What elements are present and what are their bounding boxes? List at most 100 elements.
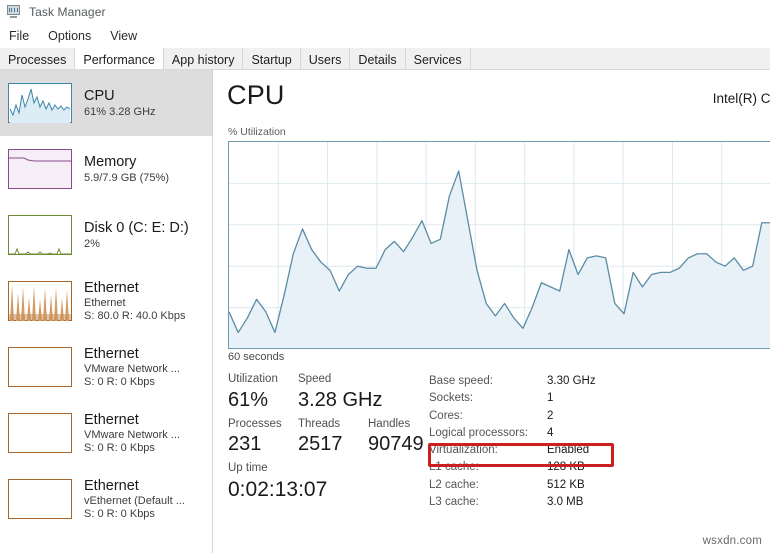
sidebar-item-cpu[interactable]: CPU 61% 3.28 GHz <box>0 70 212 136</box>
info-key-l1-cache: L1 cache: <box>429 461 479 474</box>
task-manager-icon <box>6 5 22 19</box>
info-row-base-speed: Base speed: 3.30 GHz <box>429 373 759 390</box>
sidebar-item-ethernet-3-text: Ethernet VMware Network ... S: 0 R: 0 Kb… <box>84 412 180 455</box>
sidebar-item-memory-title: Memory <box>84 153 137 170</box>
tab-details[interactable]: Details <box>350 48 406 69</box>
stat-processes: Processes 231 <box>228 417 298 458</box>
graph-x-axis-label: 60 seconds <box>228 351 285 363</box>
stat-handles-label: Handles <box>368 417 411 430</box>
title-bar: Task Manager <box>0 0 770 24</box>
info-key-base-speed: Base speed: <box>429 375 493 387</box>
disk-thumbnail-graph <box>8 215 72 255</box>
sidebar-item-ethernet-2-sub2: S: 0 R: 0 Kbps <box>84 375 155 388</box>
sidebar-item-cpu-title: CPU <box>84 87 115 104</box>
sidebar-item-ethernet-4-sub: vEthernet (Default ... <box>84 495 185 508</box>
page-title: CPU <box>227 80 285 110</box>
info-key-l3-cache: L3 cache: <box>429 496 479 509</box>
performance-sidebar[interactable]: CPU 61% 3.28 GHz Memory 5.9/7.9 GB (75%) <box>0 70 213 553</box>
stat-processes-label: Processes <box>228 417 282 430</box>
tab-strip: Processes Performance App history Startu… <box>0 48 770 70</box>
info-key-l2-cache: L2 cache: <box>429 478 479 491</box>
cpu-stats-left: Utilization 61% Speed 3.28 GHz Processes… <box>228 372 438 503</box>
sidebar-item-disk0[interactable]: Disk 0 (C: E: D:) 2% <box>0 202 212 268</box>
graph-y-axis-label: % Utilization <box>228 126 286 138</box>
stats-row-3: Up time 0:02:13:07 <box>228 461 438 503</box>
info-value-base-speed: 3.30 GHz <box>547 375 596 387</box>
sidebar-item-ethernet-4[interactable]: Ethernet vEthernet (Default ... S: 0 R: … <box>0 466 212 532</box>
stat-speed-value: 3.28 GHz <box>298 388 383 411</box>
memory-thumbnail-graph <box>8 149 72 189</box>
sidebar-item-memory[interactable]: Memory 5.9/7.9 GB (75%) <box>0 136 212 202</box>
sidebar-item-ethernet-1[interactable]: Ethernet Ethernet S: 80.0 R: 40.0 Kbps <box>0 268 212 334</box>
tab-performance[interactable]: Performance <box>74 48 164 69</box>
stat-threads-label: Threads <box>298 417 341 430</box>
info-value-virtualization: Enabled <box>547 444 590 457</box>
sidebar-item-ethernet-4-title: Ethernet <box>84 477 139 494</box>
info-key-sockets: Sockets: <box>429 392 474 405</box>
stat-processes-value: 231 <box>228 433 262 456</box>
cpu-utilization-graph <box>228 141 770 349</box>
sidebar-item-memory-text: Memory 5.9/7.9 GB (75%) <box>84 154 169 184</box>
info-value-sockets: 1 <box>547 392 554 405</box>
stat-utilization: Utilization 61% <box>228 372 298 413</box>
info-row-l1-cache: L1 cache: 128 KB <box>429 459 759 476</box>
sidebar-item-ethernet-1-text: Ethernet Ethernet S: 80.0 R: 40.0 Kbps <box>84 280 186 323</box>
tab-strip-filler <box>470 48 770 69</box>
sidebar-item-ethernet-3-sub2: S: 0 R: 0 Kbps <box>84 441 155 454</box>
task-manager-window: Task Manager File Options View Processes… <box>0 0 770 553</box>
ethernet-thumbnail-graph <box>8 281 72 321</box>
sidebar-item-ethernet-3-sub: VMware Network ... <box>84 429 180 442</box>
menu-item-options[interactable]: Options <box>44 28 100 44</box>
stat-uptime: Up time 0:02:13:07 <box>228 461 328 503</box>
sidebar-item-disk0-sub: 2% <box>84 237 100 250</box>
info-key-cores: Cores: <box>429 409 463 422</box>
sidebar-item-memory-sub: 5.9/7.9 GB (75%) <box>84 171 169 184</box>
tab-app-history[interactable]: App history <box>163 48 244 69</box>
watermark: wsxdn.com <box>702 535 762 547</box>
stat-utilization-label: Utilization <box>228 373 278 385</box>
info-row-l2-cache: L2 cache: 512 KB <box>429 477 759 494</box>
sidebar-item-ethernet-2[interactable]: Ethernet VMware Network ... S: 0 R: 0 Kb… <box>0 334 212 400</box>
tab-users[interactable]: Users <box>300 48 351 69</box>
info-value-l2-cache: 512 KB <box>547 478 585 491</box>
cpu-thumbnail-graph <box>8 83 72 123</box>
info-row-logical-processors: Logical processors: 4 <box>429 425 759 442</box>
sidebar-item-cpu-sub: 61% 3.28 GHz <box>84 105 156 118</box>
ethernet-vmware-1-thumbnail-graph <box>8 347 72 387</box>
tab-services[interactable]: Services <box>405 48 471 69</box>
stat-utilization-value: 61% <box>228 388 269 411</box>
sidebar-item-ethernet-2-title: Ethernet <box>84 345 139 362</box>
info-key-logical-processors: Logical processors: <box>429 426 529 439</box>
stat-handles: Handles 90749 <box>368 417 438 458</box>
window-title: Task Manager <box>29 5 106 19</box>
tab-startup[interactable]: Startup <box>243 48 301 69</box>
stat-speed: Speed 3.28 GHz <box>298 372 383 413</box>
info-value-l3-cache: 3.0 MB <box>547 496 584 509</box>
sidebar-item-ethernet-1-sub2: S: 80.0 R: 40.0 Kbps <box>84 309 186 322</box>
info-row-virtualization: Virtualization: Enabled <box>429 442 759 459</box>
info-value-logical-processors: 4 <box>547 426 554 439</box>
sidebar-item-ethernet-1-sub: Ethernet <box>84 297 126 310</box>
stats-row-1: Utilization 61% Speed 3.28 GHz <box>228 372 438 413</box>
tab-processes[interactable]: Processes <box>0 48 76 69</box>
info-row-sockets: Sockets: 1 <box>429 390 759 407</box>
cpu-info-list: Base speed: 3.30 GHz Sockets: 1 Cores: 2… <box>429 373 759 511</box>
sidebar-item-ethernet-3[interactable]: Ethernet VMware Network ... S: 0 R: 0 Kb… <box>0 400 212 466</box>
ethernet-vethernet-thumbnail-graph <box>8 479 72 519</box>
sidebar-item-ethernet-2-sub: VMware Network ... <box>84 363 180 376</box>
sidebar-item-ethernet-3-title: Ethernet <box>84 411 139 428</box>
stat-uptime-value: 0:02:13:07 <box>228 477 328 501</box>
stat-threads: Threads 2517 <box>298 417 368 458</box>
sidebar-item-ethernet-4-sub2: S: 0 R: 0 Kbps <box>84 507 155 520</box>
stat-speed-label: Speed <box>298 373 332 385</box>
sidebar-item-ethernet-2-text: Ethernet VMware Network ... S: 0 R: 0 Kb… <box>84 346 180 389</box>
stat-uptime-label: Up time <box>228 462 268 475</box>
cpu-detail-panel: CPU Intel(R) Core(TM % Utilization 60 se… <box>214 70 770 553</box>
menu-item-view[interactable]: View <box>106 28 146 44</box>
sidebar-item-disk0-text: Disk 0 (C: E: D:) 2% <box>84 220 189 250</box>
cpu-utilization-chart-svg <box>229 142 770 348</box>
menu-item-file[interactable]: File <box>5 28 38 44</box>
panel-header: CPU Intel(R) Core(TM <box>227 82 770 118</box>
info-row-l3-cache: L3 cache: 3.0 MB <box>429 494 759 511</box>
info-value-l1-cache: 128 KB <box>547 461 585 474</box>
